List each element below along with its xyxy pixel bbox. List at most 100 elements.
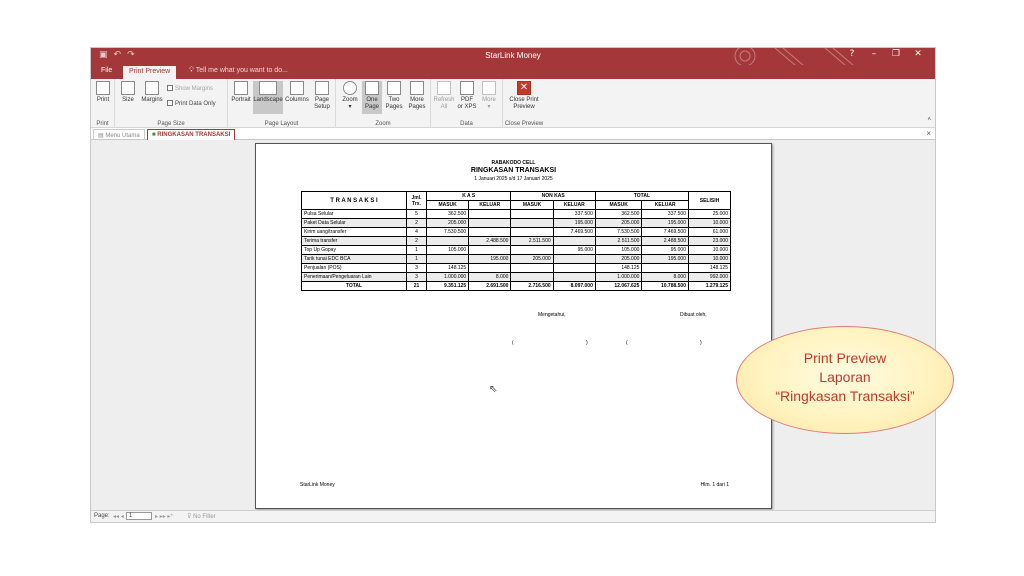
access-window: ▣↶↷ StarLink Money ? – ❐ ✕ File Print Previ… [90,47,936,523]
cell-amount: 205.000 [425,218,470,228]
print-data-only-label: Print Data Only [175,101,216,107]
print-data-only-checkbox[interactable]: Print Data Only [167,100,216,107]
cell-amount: 7.469.500 [641,227,689,237]
margins-icon [145,81,159,95]
cell-jml: 3 [406,272,427,282]
nav-prev-buttons[interactable]: ◂◂ ◂ [113,513,124,520]
pdf-label-2: or XPS [457,104,477,110]
cell-amount: 2.488.500 [468,236,512,246]
collapse-ribbon-icon[interactable]: ˄ [927,117,931,123]
group-close-preview: ✕ Close Print Preview Close Preview [503,79,545,128]
refresh-all-button[interactable]: Refresh All [433,81,455,111]
mouse-pointer-icon: ⇖ [489,384,498,395]
restore-button[interactable]: ❐ [885,49,907,59]
pdf-xps-button[interactable]: PDF or XPS [456,81,478,111]
document-tabs: ▤ Menu Utama ■ RINGKASAN TRANSAKSI × [91,128,935,140]
cell-amount: 337.500 [641,209,689,219]
cell-transaksi: Kirim uang/transfer [301,227,407,237]
cell-amount: 195.000 [468,254,512,264]
header-masuk: MASUK [425,200,470,210]
group-data: Refresh All PDF or XPS More ▾ Data [431,79,503,128]
header-non-kas: NON KAS [510,191,596,201]
filter-button[interactable]: ⊽ No Filter [187,513,216,520]
cell-amount: 7.530.500 [594,227,643,237]
doc-tab-ringkasan[interactable]: ■ RINGKASAN TRANSAKSI [147,129,236,140]
one-page-label-2: Page [364,104,379,110]
cell-amount: 95.000 [552,245,596,255]
more-data-label: More [482,97,496,103]
page-number-value: 1 [126,512,152,520]
tab-file[interactable]: File [101,67,112,74]
minimize-button[interactable]: – [863,49,885,59]
cell-amount: 10.000 [688,245,731,255]
cell-transaksi: Paket Data Selular [301,218,407,228]
tell-me-search[interactable]: 💡︎ Tell me what you want to do... [189,67,288,75]
page-size-icon [121,81,135,95]
cell-amount [510,209,554,219]
cell-transaksi: Pulsa Selular [301,209,407,219]
close-print-preview-button[interactable]: ✕ Close Print Preview [505,81,543,111]
group-label-zoom: Zoom [375,121,391,127]
preview-area[interactable]: RABAKODO CELL RINGKASAN TRANSAKSI 1 Janu… [91,140,935,512]
group-zoom: Zoom ▾ One Page Two Pages More Pages Zoom [336,79,431,128]
size-button[interactable]: Size [120,81,136,104]
two-pages-icon [387,81,401,95]
magnifier-icon [343,81,357,95]
group-print: Print Print [91,79,115,128]
margins-label: Margins [141,97,163,103]
header-transaksi: T R A N S A K S I [301,191,407,210]
cell-amount: 2.691.500 [468,281,512,291]
refresh-label-1: Refresh [433,97,455,103]
cell-amount: 2.511.500 [510,236,554,246]
cell-amount: 8.000 [641,272,689,282]
footer-page-number: Hlm. 1 dari 1 [700,482,729,488]
print-button[interactable]: Print [94,81,112,104]
zoom-button[interactable]: Zoom ▾ [340,81,360,111]
more-pages-label-2: Pages [408,104,426,110]
margins-button[interactable]: Margins [140,81,164,104]
show-margins-label: Show Margins [175,86,214,92]
landscape-button[interactable]: Landscape [253,81,283,114]
tab-print-preview[interactable]: Print Preview [123,66,177,79]
cell-amount: 7.469.500 [552,227,596,237]
one-page-button[interactable]: One Page [362,81,382,114]
cell-amount [510,263,554,273]
page-setup-button[interactable]: Page Setup [311,81,333,111]
pdf-label-1: PDF [461,97,473,103]
cell-amount: 337.500 [552,209,596,219]
columns-button[interactable]: Columns [285,81,309,104]
checkbox-icon [167,100,173,106]
more-data-icon [482,81,496,95]
close-document-icon[interactable]: × [926,129,931,138]
help-button[interactable]: ? [841,49,863,59]
doc-tab-menu-utama[interactable]: ▤ Menu Utama [93,129,145,140]
one-page-label-1: One [366,97,378,103]
cell-amount [552,236,596,246]
cell-amount: 195.000 [641,254,689,264]
cell-amount: 205.000 [510,254,554,264]
cell-amount: 12.067.625 [594,281,643,291]
cell-amount: 1.000.000 [594,272,643,282]
nav-next-buttons[interactable]: ▸ ▸▸ ▸* [155,513,173,520]
cell-amount: 148.125 [425,263,470,273]
cell-amount: 148.125 [688,263,731,273]
cell-amount: 10.788.500 [641,281,689,291]
lightbulb-icon: 💡︎ [189,67,196,74]
page-number-input[interactable]: 1 [126,512,152,520]
table-row: Terima transfer 2 2.488.500 2.511.500 2.511.… [301,236,731,246]
header-keluar: KELUAR [468,200,512,210]
more-data-button[interactable]: More ▾ [479,81,499,111]
show-margins-checkbox[interactable]: Show Margins [167,85,213,92]
two-pages-button[interactable]: Two Pages [384,81,404,111]
page-setup-icon [315,81,329,95]
table-row: Penerimaan/Pengeluaran Lain 3 1.000.000 8.0… [301,272,731,282]
cell-amount: 23.000 [688,236,731,246]
table-row: Paket Data Selular 2 205.000 195.000 205.000… [301,218,731,228]
group-page-layout: Portrait Landscape Columns Page Setup Pag… [228,79,336,128]
portrait-button[interactable]: Portrait [230,81,252,104]
columns-icon [290,81,304,95]
more-pages-button[interactable]: More Pages [406,81,428,111]
close-button[interactable]: ✕ [907,49,929,59]
cell-transaksi: Terima transfer [301,236,407,246]
tell-me-label: Tell me what you want to do... [195,67,288,74]
